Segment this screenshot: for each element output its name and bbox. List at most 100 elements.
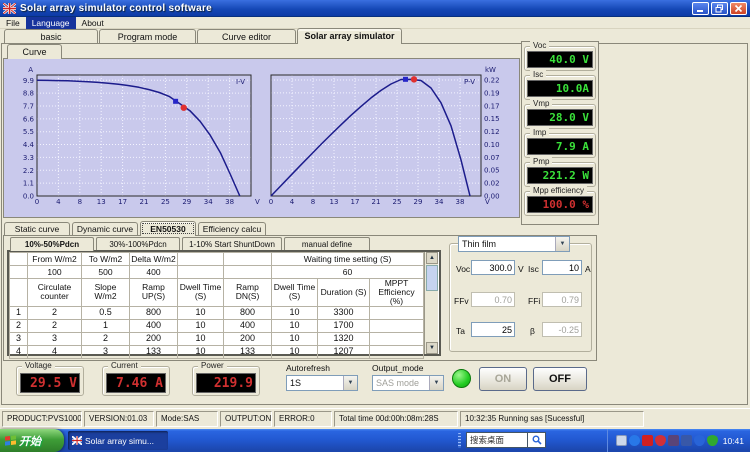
cell[interactable]: 1700 [317, 318, 370, 333]
taskbar: 开始 Solar array simu... 10:41 [0, 429, 750, 452]
chevron-down-icon[interactable]: ▼ [555, 237, 569, 251]
cell[interactable] [177, 265, 224, 279]
search-input[interactable] [466, 432, 528, 448]
chevron-down-icon[interactable]: ▼ [343, 376, 357, 390]
header-circulate-counter: Circulate counter [27, 278, 82, 307]
off-button[interactable]: OFF [533, 367, 587, 391]
svg-text:17: 17 [351, 198, 360, 206]
cell[interactable]: 10 [177, 305, 224, 320]
menu-about[interactable]: About [76, 17, 110, 29]
deskband-handle[interactable] [458, 433, 461, 448]
cell[interactable]: 3 [27, 331, 82, 346]
tab-en50530[interactable]: EN50530 [140, 221, 196, 236]
cell[interactable]: 4 [27, 344, 82, 359]
tab-basic[interactable]: basic [4, 29, 98, 44]
svg-text:2.2: 2.2 [23, 167, 34, 175]
header-cell [9, 252, 28, 266]
cell[interactable]: 10 [177, 318, 224, 333]
param-isc-input[interactable] [542, 260, 582, 275]
status-mode: Mode:SAS [156, 411, 218, 427]
tab-curve-editor[interactable]: Curve editor [197, 29, 296, 44]
scroll-up-button[interactable]: ▲ [426, 252, 438, 264]
tab-solar-array-simulator[interactable]: Solar array simulator [297, 28, 402, 44]
cell[interactable]: 400 [223, 318, 272, 333]
cell[interactable]: 1320 [317, 331, 370, 346]
tab-30-100-pdcn[interactable]: 30%-100%Pdcn [96, 237, 180, 251]
cell[interactable]: 200 [129, 331, 178, 346]
search-button[interactable] [528, 432, 546, 448]
cell[interactable]: 2 [81, 331, 130, 346]
menu-file[interactable]: File [0, 17, 26, 29]
cell[interactable] [368, 344, 425, 359]
svg-text:P-V: P-V [464, 78, 475, 86]
vmp-group: Vmp 28.0 V [524, 99, 596, 129]
pv-model-select[interactable]: Thin film ▼ [458, 236, 570, 252]
scroll-thumb[interactable] [426, 265, 438, 291]
status-message: 10:32:35 Running sas [Sucessful] [460, 411, 644, 427]
cell[interactable]: 800 [129, 305, 178, 320]
cell[interactable]: 133 [223, 344, 272, 359]
update-shield-icon[interactable] [706, 435, 718, 446]
cell[interactable]: 2 [27, 318, 82, 333]
param-ta-label: Ta [456, 326, 465, 336]
tab-manual-define[interactable]: manual define [284, 237, 370, 251]
ati-icon[interactable] [641, 435, 653, 446]
minimize-button[interactable] [692, 2, 709, 15]
cell[interactable]: 1207 [317, 344, 370, 359]
taskbar-app-button[interactable]: Solar array simu... [68, 431, 168, 450]
cell-waiting-time-value[interactable]: 60 [270, 265, 425, 279]
cell[interactable] [223, 265, 272, 279]
svg-text:0.07: 0.07 [484, 154, 500, 162]
start-button[interactable]: 开始 [0, 429, 64, 452]
cell[interactable]: 10 [271, 305, 318, 320]
tab-program-mode[interactable]: Program mode [99, 29, 196, 44]
taskbar-clock[interactable]: 10:41 [723, 436, 744, 446]
param-ta-input[interactable] [471, 322, 515, 337]
tab-curve[interactable]: Curve [7, 44, 62, 59]
cell[interactable]: 0.5 [81, 305, 130, 320]
cell[interactable]: 10 [177, 344, 224, 359]
cell[interactable]: 10 [271, 344, 318, 359]
cell-to-value[interactable]: 500 [81, 265, 130, 279]
cell[interactable]: 3300 [317, 305, 370, 320]
autorefresh-value: 1S [290, 378, 302, 388]
cell[interactable]: 2 [27, 305, 82, 320]
tab-efficiency-calcu[interactable]: Efficiency calcu [198, 222, 266, 236]
autorefresh-select[interactable]: 1S ▼ [286, 375, 358, 391]
cell[interactable] [368, 331, 425, 346]
cell[interactable]: 10 [271, 318, 318, 333]
scroll-down-button[interactable]: ▼ [426, 342, 438, 354]
messenger-icon[interactable] [628, 435, 640, 446]
tab-static-curve[interactable]: Static curve [4, 222, 70, 236]
tab-10-50-pdcn[interactable]: 10%-50%Pdcn [10, 237, 94, 251]
isc-display: 10.0A [527, 80, 593, 97]
cell[interactable]: 3 [81, 344, 130, 359]
cell[interactable] [368, 305, 425, 320]
restore-button[interactable] [711, 2, 728, 15]
network-icon[interactable] [680, 435, 692, 446]
cell-delta-value[interactable]: 400 [129, 265, 178, 279]
cell[interactable]: 133 [129, 344, 178, 359]
cell[interactable]: 800 [223, 305, 272, 320]
cell[interactable]: 400 [129, 318, 178, 333]
cell[interactable] [368, 318, 425, 333]
on-button[interactable]: ON [479, 367, 527, 391]
param-voc-input[interactable] [471, 260, 515, 275]
security-shield-icon[interactable] [693, 435, 705, 446]
input-method-icon[interactable] [615, 435, 627, 446]
antivirus-shield-icon[interactable] [654, 435, 666, 446]
cell[interactable]: 1 [81, 318, 130, 333]
cell[interactable]: 10 [271, 331, 318, 346]
tab-dynamic-curve[interactable]: Dynamic curve [72, 222, 138, 236]
svg-text:4: 4 [56, 198, 61, 206]
pv-chart: 0 4 8 13 17 21 25 29 34 380.000.020.050.070.100.1… [269, 66, 500, 206]
cell[interactable] [9, 265, 28, 279]
table-scrollbar[interactable]: ▲ ▼ [424, 252, 438, 354]
system-icon[interactable] [667, 435, 679, 446]
cell-from-value[interactable]: 100 [27, 265, 82, 279]
close-button[interactable] [730, 2, 747, 15]
tab-1-10-start-shutdown[interactable]: 1-10% Start ShuntDown [182, 237, 282, 251]
cell[interactable]: 200 [223, 331, 272, 346]
menu-language[interactable]: Language [25, 16, 76, 29]
cell[interactable]: 10 [177, 331, 224, 346]
